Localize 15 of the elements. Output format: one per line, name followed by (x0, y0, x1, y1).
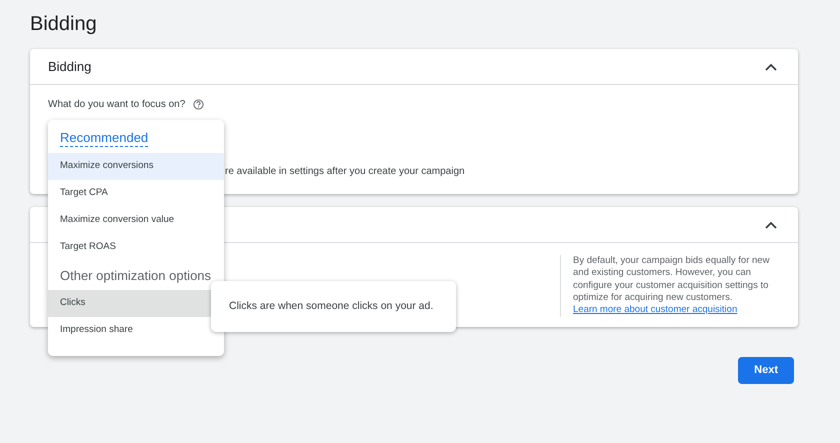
learn-more-link[interactable]: Learn more about customer acquisition (573, 304, 738, 316)
menu-item[interactable]: Maximize conversion value (48, 207, 224, 234)
tooltip: Clicks are when someone clicks on your ad. (211, 281, 456, 332)
menu-item[interactable]: Target CPA (48, 180, 224, 207)
menu-heading: Other optimization options (60, 266, 212, 285)
next-button[interactable]: Next (738, 357, 794, 384)
menu-heading: Recommended (60, 130, 148, 147)
help-icon[interactable] (193, 99, 204, 110)
info-text: By default, your campaign bids equally for new and existing customers. However, you can configure your customer acquisition settings to optimize for acquiring new customers. Learn more about customer acquisition (560, 255, 770, 317)
page-title: Bidding (30, 12, 98, 36)
menu-item[interactable]: Maximize conversions (48, 153, 224, 180)
note-text: re available in settings after you create your campaign (225, 166, 465, 177)
card-title: Bidding (48, 58, 92, 76)
menu-item[interactable]: Target ROAS (48, 234, 224, 261)
question-label: What do you want to focus on? (48, 98, 186, 112)
